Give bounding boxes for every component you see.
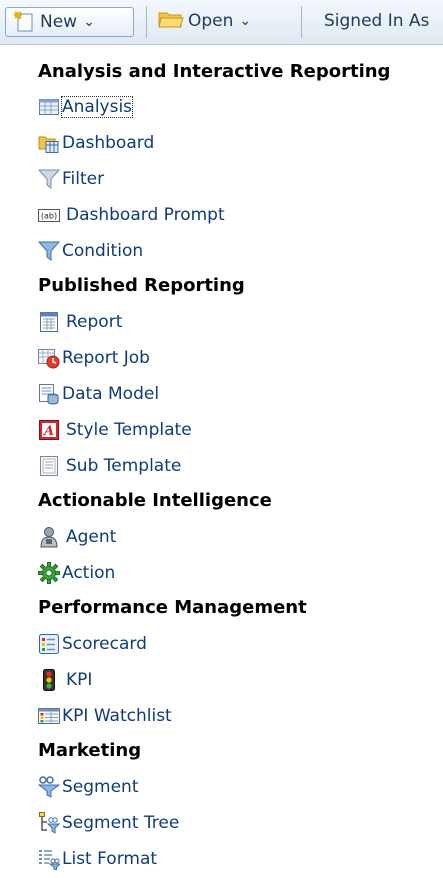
dashboard-folder-icon — [38, 132, 60, 154]
menu-item-label: Sub Template — [66, 456, 182, 476]
menu-item-data-model[interactable]: Data Model — [38, 379, 159, 409]
segment-tree-icon — [38, 812, 61, 834]
action-gear-icon — [38, 562, 60, 584]
menu-item-label: Segment — [62, 777, 139, 797]
menu-item-report[interactable]: Report — [38, 307, 122, 337]
menu-item-sub-template[interactable]: Sub Template — [38, 451, 181, 481]
prompt-ab-icon: (ab) — [38, 204, 60, 226]
signed-in-as-menu[interactable]: Signed In As — [320, 7, 429, 35]
menu-item-scorecard[interactable]: Scorecard — [38, 629, 147, 659]
menu-item-dashboard-prompt[interactable]: (ab) Dashboard Prompt — [38, 200, 225, 230]
menu-item-report-job[interactable]: Report Job — [38, 343, 150, 373]
section-header-analysis: Analysis and Interactive Reporting — [38, 61, 391, 82]
new-menu-button[interactable]: New ⌄ — [5, 7, 134, 37]
menu-item-agent[interactable]: Agent — [38, 522, 116, 552]
menu-item-kpi[interactable]: KPI — [38, 665, 92, 695]
analysis-grid-icon — [38, 96, 60, 118]
chevron-down-icon: ⌄ — [83, 14, 95, 30]
svg-text:(ab): (ab) — [41, 212, 57, 221]
chevron-down-icon: ⌄ — [239, 13, 252, 29]
kpi-traffic-light-icon — [38, 669, 60, 691]
menu-item-label: Filter — [62, 169, 105, 189]
toolbar-divider — [301, 6, 302, 38]
menu-item-list-format[interactable]: List Format — [38, 844, 157, 874]
data-model-icon — [38, 383, 60, 405]
open-menu-button[interactable]: Open ⌄ — [158, 7, 251, 35]
menu-item-label: Analysis — [60, 96, 134, 118]
scorecard-icon — [38, 633, 60, 655]
menu-item-dashboard[interactable]: Dashboard — [38, 128, 154, 158]
signed-in-label: Signed In As — [324, 11, 430, 31]
folder-icon — [158, 9, 184, 34]
toolbar: New ⌄ Open ⌄ Signed In As — [0, 0, 443, 45]
menu-item-label: Condition — [62, 241, 144, 261]
menu-item-analysis[interactable]: Analysis — [38, 92, 134, 122]
new-page-icon — [14, 11, 36, 33]
menu-item-label: KPI — [66, 670, 93, 690]
menu-item-label: Report Job — [62, 348, 150, 368]
report-job-clock-icon — [38, 347, 60, 369]
menu-item-action[interactable]: Action — [38, 558, 115, 588]
new-label: New — [40, 12, 78, 32]
menu-item-label: Dashboard — [62, 133, 155, 153]
menu-item-label: KPI Watchlist — [62, 706, 172, 726]
condition-funnel-icon — [37, 240, 61, 262]
menu-item-label: Segment Tree — [62, 813, 180, 833]
agent-icon — [38, 526, 60, 548]
svg-text:A: A — [42, 424, 54, 439]
menu-item-segment-tree[interactable]: Segment Tree — [38, 808, 179, 838]
menu-item-label: Report — [66, 312, 123, 332]
style-template-icon: A — [38, 419, 60, 441]
section-header-performance: Performance Management — [38, 597, 307, 618]
segment-icon — [37, 776, 61, 798]
menu-item-label: Agent — [66, 527, 117, 547]
menu-item-label: Action — [62, 563, 116, 583]
menu-item-label: Dashboard Prompt — [66, 205, 225, 225]
menu-item-kpi-watchlist[interactable]: KPI Watchlist — [38, 701, 172, 731]
open-label: Open — [188, 11, 234, 31]
kpi-watchlist-icon — [38, 705, 60, 727]
section-header-published: Published Reporting — [38, 275, 245, 296]
menu-item-label: Scorecard — [62, 634, 147, 654]
menu-item-label: Data Model — [62, 384, 160, 404]
section-header-marketing: Marketing — [38, 740, 142, 761]
menu-item-label: Style Template — [66, 420, 192, 440]
menu-item-label: List Format — [62, 849, 158, 869]
section-header-actionable: Actionable Intelligence — [38, 490, 272, 511]
menu-item-filter[interactable]: Filter — [37, 164, 105, 194]
list-format-icon — [38, 848, 62, 871]
sub-template-icon — [38, 455, 60, 477]
menu-item-segment[interactable]: Segment — [37, 772, 139, 802]
menu-item-condition[interactable]: Condition — [37, 236, 144, 266]
menu-item-style-template[interactable]: A Style Template — [38, 415, 192, 445]
toolbar-divider — [146, 6, 147, 38]
filter-funnel-icon — [37, 168, 61, 190]
report-grid-icon — [38, 311, 60, 333]
